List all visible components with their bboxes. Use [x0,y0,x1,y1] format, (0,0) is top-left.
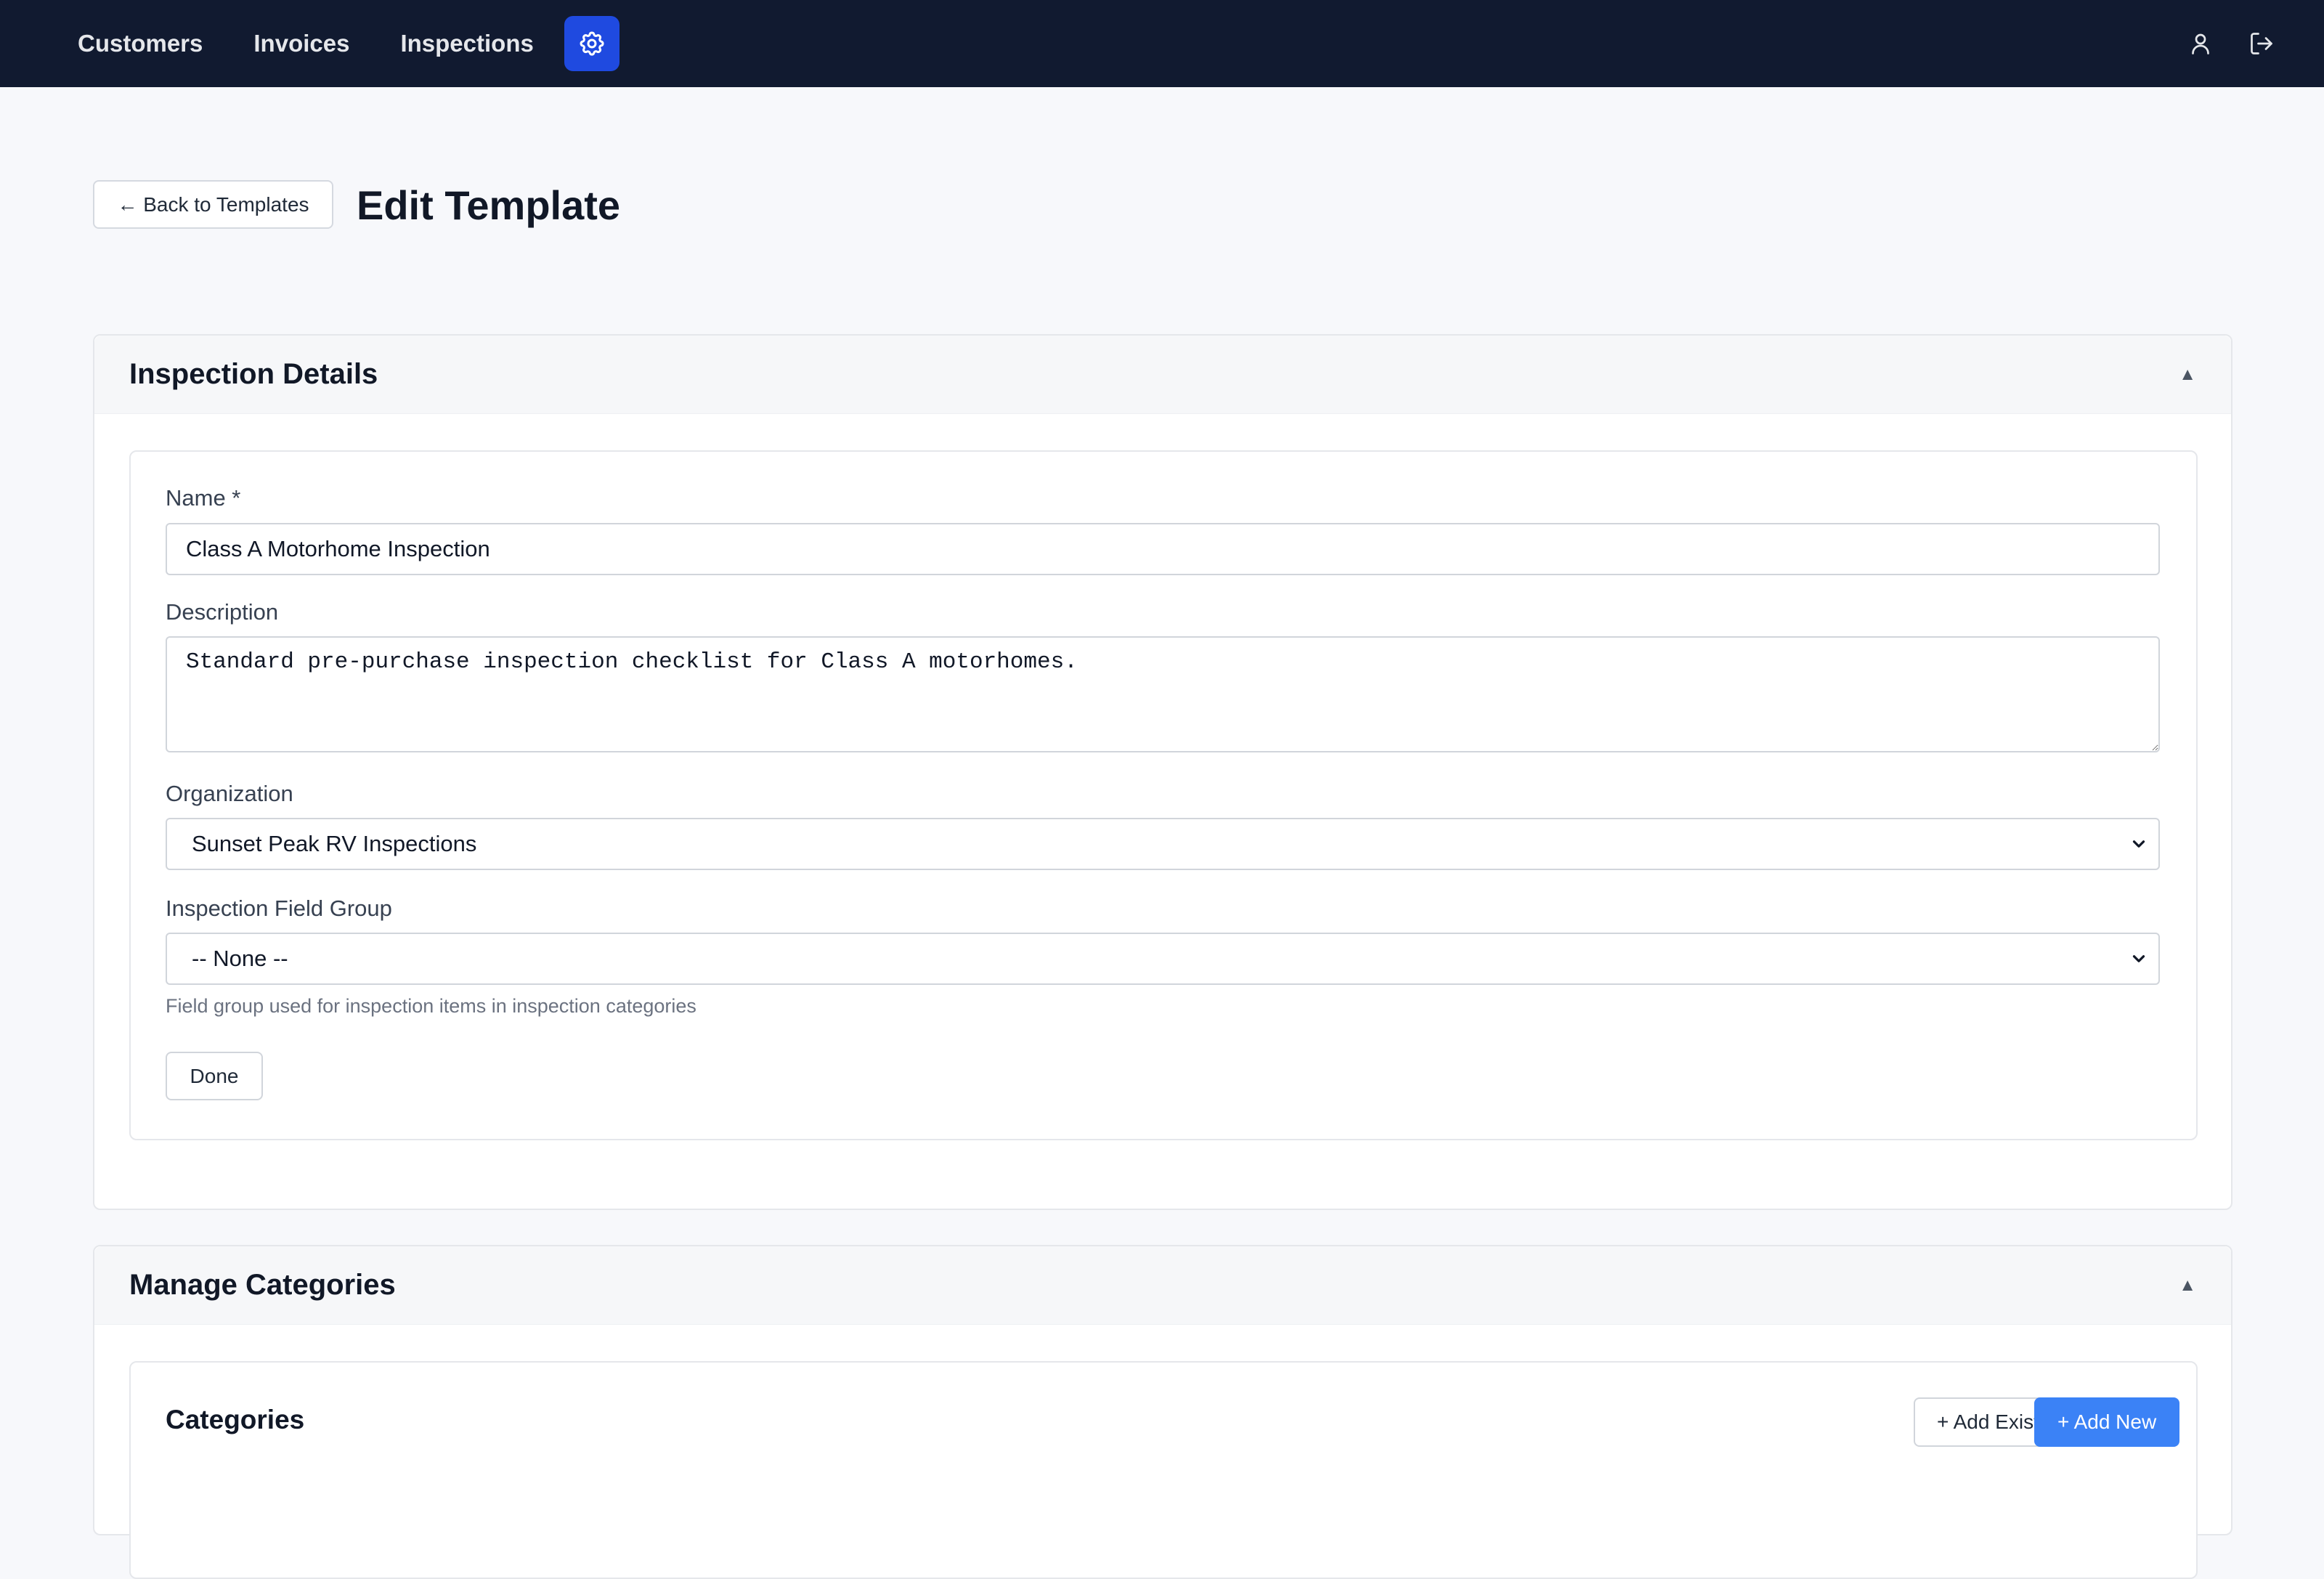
name-label: Name * [166,485,241,511]
collapse-caret-icon[interactable]: ▲ [2179,365,2196,385]
page-title: Edit Template [357,182,621,228]
nav-link-invoices[interactable]: Invoices [253,30,349,57]
done-button[interactable]: Done [166,1052,263,1100]
add-new-category-button[interactable]: + Add New [2034,1397,2180,1447]
name-input[interactable] [166,523,2160,575]
nav-link-customers[interactable]: Customers [78,30,203,57]
field-group-selected-value: -- None -- [192,946,288,971]
logout-button[interactable] [2246,28,2278,60]
nav-link-inspections[interactable]: Inspections [400,30,533,57]
field-group-select[interactable]: -- None -- [166,933,2160,985]
panel-title: Inspection Details [129,358,378,390]
categories-card: Categories + Add Existing + Add New [129,1361,2198,1579]
categories-section-title: Categories [166,1405,305,1434]
gear-icon [580,31,604,56]
organization-select[interactable]: Sunset Peak RV Inspections [166,818,2160,870]
main-content: ← Back to Templates Edit Template Inspec… [12,87,2324,1579]
description-textarea[interactable]: Standard pre-purchase inspection checkli… [166,636,2160,752]
organization-selected-value: Sunset Peak RV Inspections [192,831,477,856]
top-navigation: Customers Invoices Inspections [0,0,2324,87]
organization-label: Organization [166,781,293,806]
back-to-templates-button[interactable]: ← Back to Templates [93,180,333,229]
settings-button[interactable] [564,16,619,71]
chevron-down-icon [2132,840,2145,848]
chevron-down-icon [2132,955,2145,962]
inspection-details-form: Name * Description Standard pre-purchase… [129,450,2198,1140]
inspection-details-panel: Inspection Details ▲ Name * Description … [93,334,2232,1210]
description-label: Description [166,599,279,625]
inspection-details-header[interactable]: Inspection Details ▲ [94,336,2231,414]
manage-categories-panel: Manage Categories ▲ Categories + Add Exi… [93,1245,2232,1579]
field-group-help-text: Field group used for inspection items in… [166,995,696,1017]
collapse-caret-icon[interactable]: ▲ [2179,1275,2196,1296]
user-icon [2192,33,2209,54]
panel-title: Manage Categories [129,1269,396,1301]
user-button[interactable] [2185,28,2217,60]
manage-categories-header[interactable]: Manage Categories ▲ [94,1246,2231,1325]
field-group-label: Inspection Field Group [166,896,392,921]
logout-icon [2251,33,2272,54]
